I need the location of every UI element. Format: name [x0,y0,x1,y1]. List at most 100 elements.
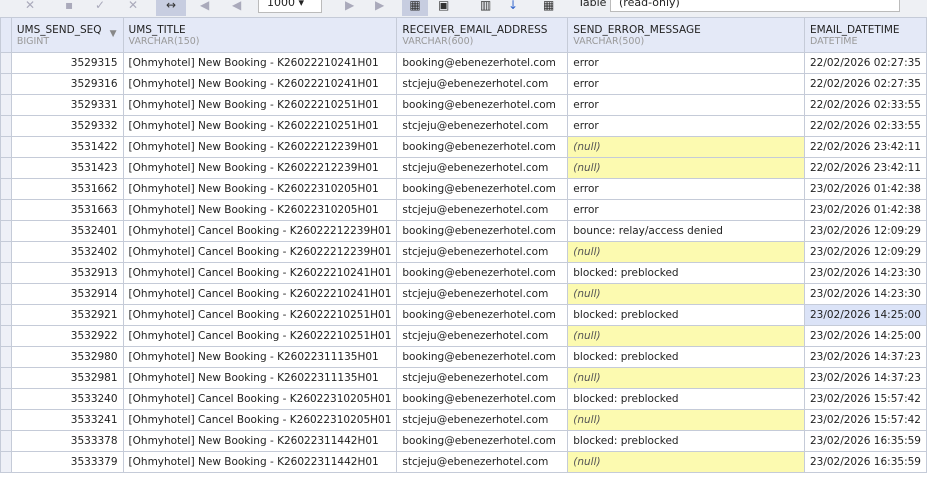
cell-ums-send-seq[interactable]: 3529332 [10,115,124,137]
cell-send-error-message[interactable]: (null) [567,283,805,305]
row-header[interactable] [0,115,12,137]
table-row[interactable]: 3532913 [Ohmyhotel] Cancel Booking - K260… [0,262,927,284]
cell-ums-send-seq[interactable]: 3533378 [10,430,124,452]
cell-email-datetime[interactable]: 23/02/2026 14:25:00 [803,325,927,347]
row-header[interactable] [0,409,12,431]
row-header[interactable] [0,241,12,263]
table-row[interactable]: 3532980 [Ohmyhotel] New Booking - K260223… [0,346,927,368]
cell-send-error-message[interactable]: error [567,52,805,74]
row-header[interactable] [0,178,12,200]
cell-send-error-message[interactable]: (null) [567,157,805,179]
limit-select[interactable]: 1000 ▾ [258,0,322,13]
cell-ums-send-seq[interactable]: 3531663 [10,199,124,221]
cell-receiver-email-address[interactable]: stcjeju@ebenezerhotel.com [396,199,569,221]
row-header[interactable] [0,220,12,242]
table-row[interactable]: 3529332 [Ohmyhotel] New Booking - K260222… [0,115,927,137]
cell-receiver-email-address[interactable]: booking@ebenezerhotel.com [396,262,569,284]
cell-ums-send-seq[interactable]: 3532981 [10,367,124,389]
cell-email-datetime[interactable]: 22/02/2026 02:33:55 [803,94,927,116]
prev-page-icon[interactable]: ◀ [232,0,241,16]
cell-receiver-email-address[interactable]: booking@ebenezerhotel.com [396,304,569,326]
cell-receiver-email-address[interactable]: booking@ebenezerhotel.com [396,52,569,74]
cell-ums-title[interactable]: [Ohmyhotel] New Booking - K26022212239H0… [122,157,398,179]
first-page-icon[interactable]: ◀ [200,0,209,16]
cell-email-datetime[interactable]: 22/02/2026 23:42:11 [803,157,927,179]
last-page-icon[interactable]: ▶ [375,0,384,16]
cell-receiver-email-address[interactable]: booking@ebenezerhotel.com [396,94,569,116]
cell-receiver-email-address[interactable]: stcjeju@ebenezerhotel.com [396,73,569,95]
cell-email-datetime[interactable]: 23/02/2026 15:57:42 [803,388,927,410]
table-row[interactable]: 3532921 [Ohmyhotel] Cancel Booking - K260… [0,304,927,326]
cell-ums-send-seq[interactable]: 3532914 [10,283,124,305]
row-header[interactable] [0,346,12,368]
table-select[interactable]: (read-only) [610,0,900,12]
row-header[interactable] [0,157,12,179]
row-header[interactable] [0,73,12,95]
next-page-icon[interactable]: ▶ [345,0,354,16]
cell-ums-title[interactable]: [Ohmyhotel] New Booking - K26022210251H0… [122,94,398,116]
cell-send-error-message[interactable]: error [567,73,805,95]
cancel-icon[interactable]: ✕ [25,0,35,16]
cell-email-datetime[interactable]: 23/02/2026 15:57:42 [803,409,927,431]
row-header[interactable] [0,367,12,389]
table-row[interactable]: 3533240 [Ohmyhotel] Cancel Booking - K260… [0,388,927,410]
cell-receiver-email-address[interactable]: stcjeju@ebenezerhotel.com [396,367,569,389]
cell-receiver-email-address[interactable]: booking@ebenezerhotel.com [396,346,569,368]
table-row[interactable]: 3531422 [Ohmyhotel] New Booking - K260222… [0,136,927,158]
table-row[interactable]: 3531662 [Ohmyhotel] New Booking - K260223… [0,178,927,200]
table-row[interactable]: 3532922 [Ohmyhotel] Cancel Booking - K260… [0,325,927,347]
grid-view-icon[interactable]: ▦ [402,0,428,16]
cell-ums-title[interactable]: [Ohmyhotel] New Booking - K26022311442H0… [122,451,398,473]
cell-ums-send-seq[interactable]: 3529315 [10,52,124,74]
cell-ums-send-seq[interactable]: 3532913 [10,262,124,284]
table-row[interactable]: 3529331 [Ohmyhotel] New Booking - K260222… [0,94,927,116]
cell-receiver-email-address[interactable]: booking@ebenezerhotel.com [396,388,569,410]
cell-ums-send-seq[interactable]: 3533240 [10,388,124,410]
cell-ums-title[interactable]: [Ohmyhotel] Cancel Booking - K2602231020… [122,388,398,410]
cell-send-error-message[interactable]: (null) [567,409,805,431]
cell-receiver-email-address[interactable]: stcjeju@ebenezerhotel.com [396,283,569,305]
row-header[interactable] [0,304,12,326]
cell-email-datetime[interactable]: 22/02/2026 02:27:35 [803,52,927,74]
cell-ums-title[interactable]: [Ohmyhotel] New Booking - K26022311442H0… [122,430,398,452]
cell-ums-title[interactable]: [Ohmyhotel] Cancel Booking - K2602221024… [122,262,398,284]
cell-receiver-email-address[interactable]: stcjeju@ebenezerhotel.com [396,241,569,263]
table-row[interactable]: 3532401 [Ohmyhotel] Cancel Booking - K260… [0,220,927,242]
cell-email-datetime[interactable]: 23/02/2026 14:37:23 [803,346,927,368]
cell-ums-title[interactable]: [Ohmyhotel] New Booking - K26022310205H0… [122,178,398,200]
cell-receiver-email-address[interactable]: booking@ebenezerhotel.com [396,430,569,452]
columns-icon[interactable]: ▥ [480,0,491,16]
cell-ums-title[interactable]: [Ohmyhotel] New Booking - K26022311135H0… [122,367,398,389]
column-header-receiver-email-address[interactable]: RECEIVER_EMAIL_ADDRESS VARCHAR(600) [396,17,569,53]
cell-send-error-message[interactable]: blocked: preblocked [567,304,805,326]
cell-send-error-message[interactable]: blocked: preblocked [567,262,805,284]
row-header[interactable] [0,94,12,116]
cell-receiver-email-address[interactable]: stcjeju@ebenezerhotel.com [396,325,569,347]
cell-ums-send-seq[interactable]: 3529316 [10,73,124,95]
row-header[interactable] [0,262,12,284]
cell-receiver-email-address[interactable]: stcjeju@ebenezerhotel.com [396,409,569,431]
cell-ums-title[interactable]: [Ohmyhotel] Cancel Booking - K2602221223… [122,241,398,263]
cell-ums-send-seq[interactable]: 3533241 [10,409,124,431]
column-header-ums-title[interactable]: UMS_TITLE VARCHAR(150) [122,17,398,53]
cell-ums-send-seq[interactable]: 3533379 [10,451,124,473]
cell-email-datetime[interactable]: 23/02/2026 14:23:30 [803,262,927,284]
cell-send-error-message[interactable]: blocked: preblocked [567,430,805,452]
table-row[interactable]: 3532914 [Ohmyhotel] Cancel Booking - K260… [0,283,927,305]
cell-send-error-message[interactable]: bounce: relay/access denied [567,220,805,242]
cell-receiver-email-address[interactable]: stcjeju@ebenezerhotel.com [396,451,569,473]
row-header[interactable] [0,136,12,158]
column-resize-icon[interactable]: ↔ [156,0,186,16]
cell-email-datetime[interactable]: 23/02/2026 01:42:38 [803,199,927,221]
cell-email-datetime[interactable]: 23/02/2026 14:25:00 [803,304,927,326]
discard-icon[interactable]: ✕ [128,0,138,16]
cell-ums-title[interactable]: [Ohmyhotel] New Booking - K26022210251H0… [122,115,398,137]
cell-ums-send-seq[interactable]: 3531422 [10,136,124,158]
cell-email-datetime[interactable]: 22/02/2026 02:27:35 [803,73,927,95]
cell-ums-title[interactable]: [Ohmyhotel] New Booking - K26022311135H0… [122,346,398,368]
cell-email-datetime[interactable]: 23/02/2026 16:35:59 [803,451,927,473]
sort-icon[interactable]: ↓ [508,0,518,16]
table-row[interactable]: 3531663 [Ohmyhotel] New Booking - K260223… [0,199,927,221]
column-header-send-error-message[interactable]: SEND_ERROR_MESSAGE VARCHAR(500) [567,17,805,53]
table-row[interactable]: 3531423 [Ohmyhotel] New Booking - K260222… [0,157,927,179]
